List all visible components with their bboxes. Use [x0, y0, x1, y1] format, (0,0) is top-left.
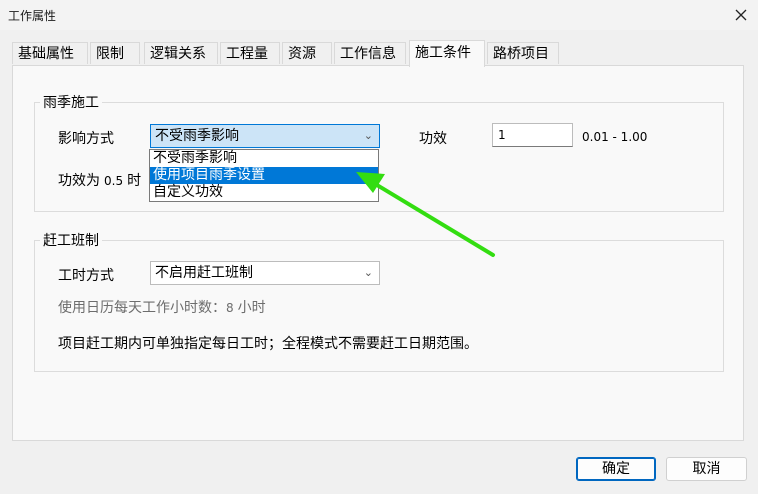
- tab-quantities[interactable]: 工程量: [220, 42, 280, 64]
- rain-season-group-title: 雨季施工: [40, 92, 102, 112]
- work-hours-mode-value: 不启用赶工班制: [155, 265, 253, 281]
- efficiency-is-prefix: 功效为: [58, 173, 100, 189]
- influence-mode-label: 影响方式: [58, 131, 114, 147]
- efficiency-is-value: 0.5: [104, 174, 124, 188]
- tab-resources[interactable]: 资源: [282, 42, 332, 64]
- close-icon: [735, 9, 747, 21]
- close-button[interactable]: [730, 4, 752, 26]
- dropdown-option-use-project-rain-settings[interactable]: 使用项目雨季设置: [150, 167, 378, 184]
- work-hours-mode-select[interactable]: 不启用赶工班制 ⌄: [150, 261, 380, 285]
- tab-limits[interactable]: 限制: [90, 42, 140, 64]
- efficiency-input[interactable]: 1: [492, 123, 573, 147]
- efficiency-range: 0.01 - 1.00: [582, 130, 648, 144]
- calendar-hours-prefix: 使用日历每天工作小时数：: [58, 300, 226, 316]
- chevron-down-icon: ⌄: [363, 129, 373, 142]
- tab-road-bridge-items[interactable]: 路桥项目: [487, 42, 559, 64]
- efficiency-is-suffix: 时: [127, 173, 142, 189]
- calendar-hours-value: 8: [226, 301, 234, 315]
- work-hours-mode-label: 工时方式: [58, 268, 114, 284]
- title-bar: 工作属性: [0, 0, 758, 30]
- dropdown-option-no-rain-effect[interactable]: 不受雨季影响: [150, 150, 378, 167]
- tab-work-info[interactable]: 工作信息: [334, 42, 406, 64]
- influence-mode-select[interactable]: 不受雨季影响 ⌄: [150, 124, 380, 148]
- window-title: 工作属性: [8, 9, 57, 23]
- efficiency-label: 功效: [419, 131, 447, 147]
- rush-shift-group-title: 赶工班制: [40, 230, 102, 250]
- calendar-hours-suffix: 小时: [237, 300, 266, 316]
- rush-shift-note: 项目赶工期内可单独指定每日工时；全程模式不需要赶工日期范围。: [58, 336, 478, 352]
- ok-button[interactable]: 确定: [576, 457, 656, 481]
- tab-panel-construction-conditions: 雨季施工 影响方式 不受雨季影响 ⌄ 功效 1 0.01 - 1.00 功效为 0…: [12, 65, 744, 441]
- tab-construction-conditions[interactable]: 施工条件: [409, 40, 485, 67]
- rain-season-group: 雨季施工: [34, 92, 724, 212]
- influence-mode-value: 不受雨季影响: [155, 128, 239, 144]
- influence-mode-dropdown: 不受雨季影响 使用项目雨季设置 自定义功效: [149, 149, 379, 202]
- chevron-down-icon: ⌄: [363, 266, 373, 279]
- tab-logic-relations[interactable]: 逻辑关系: [144, 42, 218, 64]
- calendar-hours-text: 使用日历每天工作小时数：8 小时: [58, 297, 266, 317]
- dropdown-option-custom-efficiency[interactable]: 自定义功效: [150, 184, 378, 201]
- tab-basic-properties[interactable]: 基础属性: [12, 42, 88, 64]
- cancel-button[interactable]: 取消: [666, 457, 747, 481]
- efficiency-is-text: 功效为 0.5 时: [58, 170, 141, 190]
